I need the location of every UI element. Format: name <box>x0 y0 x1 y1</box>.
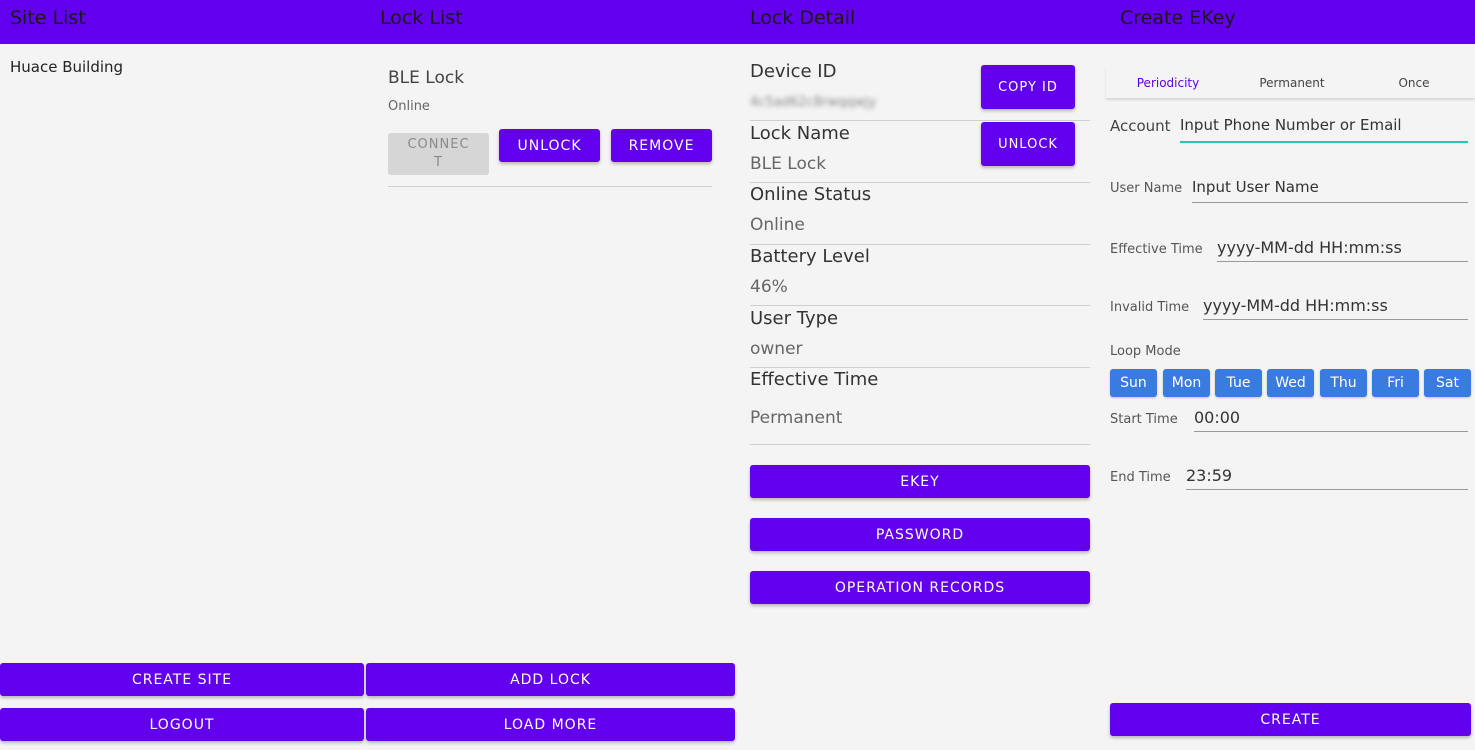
day-button-sun[interactable]: Sun <box>1110 369 1157 397</box>
lock-detail-title: Lock Detail <box>740 0 1106 44</box>
detail-divider <box>750 182 1090 183</box>
day-button-tue[interactable]: Tue <box>1215 369 1262 397</box>
user-type-label: User Type <box>750 308 839 329</box>
account-input[interactable]: Input Phone Number or Email <box>1180 116 1402 134</box>
load-more-button[interactable]: LOAD MORE <box>366 708 735 741</box>
lock-item-divider <box>388 186 712 187</box>
detail-divider <box>750 367 1090 368</box>
user-type-value: owner <box>750 339 803 359</box>
battery-level-value: 46% <box>750 277 788 297</box>
battery-level-label: Battery Level <box>750 246 870 267</box>
create-site-button[interactable]: CREATE SITE <box>0 663 364 696</box>
effective-time-input[interactable]: yyyy-MM-dd HH:mm:ss <box>1217 238 1402 257</box>
operation-records-button[interactable]: OPERATION RECORDS <box>750 571 1090 604</box>
user-name-input-underline <box>1192 202 1468 203</box>
detail-divider <box>750 244 1090 245</box>
account-input-underline <box>1180 141 1468 143</box>
logout-button[interactable]: LOGOUT <box>0 708 364 741</box>
create-ekey-pane: Create EKey Periodicity Permanent Once A… <box>1106 0 1475 750</box>
add-lock-button[interactable]: ADD LOCK <box>366 663 735 696</box>
start-time-underline <box>1194 431 1468 432</box>
tab-once[interactable]: Once <box>1352 76 1475 90</box>
site-list-title: Site List <box>0 0 370 44</box>
detail-divider <box>750 305 1090 306</box>
user-name-input[interactable]: Input User Name <box>1192 178 1319 196</box>
device-id-label: Device ID <box>750 61 837 82</box>
lock-detail-pane: Lock Detail Device ID 4c5ad62c8rwqqwjy C… <box>740 0 1106 750</box>
day-button-sat[interactable]: Sat <box>1424 369 1471 397</box>
end-time-input[interactable]: 23:59 <box>1186 466 1232 485</box>
end-time-underline <box>1186 489 1468 490</box>
tab-periodicity[interactable]: Periodicity <box>1106 76 1230 90</box>
create-ekey-button[interactable]: CREATE <box>1110 703 1471 736</box>
effective-time-value: Permanent <box>750 408 843 428</box>
site-list-item[interactable]: Huace Building <box>10 58 123 76</box>
end-time-label: End Time <box>1110 470 1171 485</box>
user-name-label: User Name <box>1110 181 1183 196</box>
lock-name: BLE Lock <box>388 68 465 88</box>
loop-mode-label: Loop Mode <box>1110 344 1181 359</box>
online-status-label: Online Status <box>750 184 872 205</box>
copy-id-button[interactable]: COPY ID <box>981 65 1075 109</box>
ekey-button[interactable]: EKEY <box>750 465 1090 498</box>
start-time-input[interactable]: 00:00 <box>1194 408 1240 427</box>
lock-name-label: Lock Name <box>750 123 850 144</box>
invalid-time-underline <box>1203 319 1468 320</box>
connect-button-label: CONNECT <box>407 137 470 170</box>
day-button-thu[interactable]: Thu <box>1320 369 1367 397</box>
lock-list-title: Lock List <box>366 0 740 44</box>
start-time-label: Start Time <box>1110 412 1178 427</box>
day-button-mon[interactable]: Mon <box>1163 369 1210 397</box>
password-button[interactable]: PASSWORD <box>750 518 1090 551</box>
account-label: Account <box>1110 117 1171 135</box>
create-ekey-title: Create EKey <box>1106 0 1475 44</box>
detail-divider <box>750 444 1090 445</box>
invalid-time-label: Invalid Time <box>1110 300 1190 315</box>
effective-time-underline <box>1217 261 1468 262</box>
site-list-pane: Site List Huace Building CREATE SITE LOG… <box>0 0 370 750</box>
lock-list-pane: Lock List BLE Lock Online CONNECT UNLOCK… <box>366 0 740 750</box>
day-button-wed[interactable]: Wed <box>1267 369 1314 397</box>
lock-name-value: BLE Lock <box>750 154 827 174</box>
effective-time-field-label: Effective Time <box>1110 242 1203 257</box>
invalid-time-input[interactable]: yyyy-MM-dd HH:mm:ss <box>1203 296 1388 315</box>
device-id-value: 4c5ad62c8rwqqwjy <box>750 95 877 110</box>
unlock-button[interactable]: UNLOCK <box>499 129 600 162</box>
detail-divider <box>750 120 1090 121</box>
connect-button: CONNECT <box>388 133 489 175</box>
lock-status: Online <box>388 99 430 114</box>
day-button-fri[interactable]: Fri <box>1372 369 1419 397</box>
detail-unlock-button[interactable]: UNLOCK <box>981 122 1075 166</box>
remove-button[interactable]: REMOVE <box>611 129 712 162</box>
online-status-value: Online <box>750 215 805 235</box>
effective-time-label: Effective Time <box>750 369 879 390</box>
tab-permanent[interactable]: Permanent <box>1230 76 1354 90</box>
